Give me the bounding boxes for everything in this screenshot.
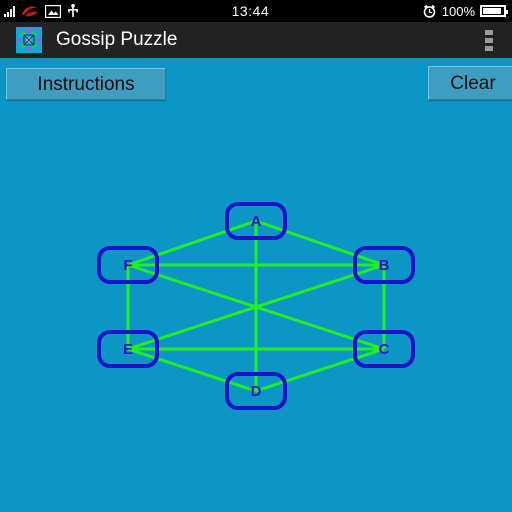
graph-edge[interactable] xyxy=(127,347,257,393)
graph-edge[interactable] xyxy=(127,219,257,267)
edge-layer xyxy=(126,219,386,393)
battery-icon xyxy=(480,5,508,17)
node-label: B xyxy=(379,257,390,274)
status-bar: 13:44 100% xyxy=(0,0,512,22)
graph-canvas[interactable]: A F B E C D xyxy=(0,104,512,512)
signal-bars-icon xyxy=(4,5,15,17)
graph-edge[interactable] xyxy=(255,347,385,393)
app-bar-underline xyxy=(0,58,512,60)
node-label: C xyxy=(379,341,390,358)
graph-edge[interactable] xyxy=(255,219,385,267)
status-bar-clock: 13:44 xyxy=(231,3,270,19)
battery-percent-label: 100% xyxy=(441,3,475,19)
node-label: F xyxy=(123,257,132,274)
status-bar-right-icons: 100% xyxy=(422,3,508,19)
app-bar: Gossip Puzzle xyxy=(0,22,512,58)
kebab-menu-icon[interactable] xyxy=(480,29,502,51)
node-label: D xyxy=(251,383,262,400)
gossip-graph[interactable]: A F B E C D xyxy=(0,104,512,512)
app-title: Gossip Puzzle xyxy=(56,29,178,50)
clear-button[interactable]: Clear xyxy=(428,66,512,100)
node-label: A xyxy=(251,213,262,230)
usb-icon xyxy=(68,4,78,17)
app-logo-icon xyxy=(16,27,42,53)
instructions-button[interactable]: Instructions xyxy=(6,68,166,100)
phone-screen: 13:44 100% Gossip Puzzle Instructions Cl… xyxy=(0,0,512,512)
swirl-logo-icon xyxy=(22,6,38,17)
alarm-clock-icon xyxy=(423,4,436,18)
image-icon xyxy=(45,4,61,18)
node-label: E xyxy=(123,341,133,358)
status-bar-left-icons xyxy=(4,4,79,18)
